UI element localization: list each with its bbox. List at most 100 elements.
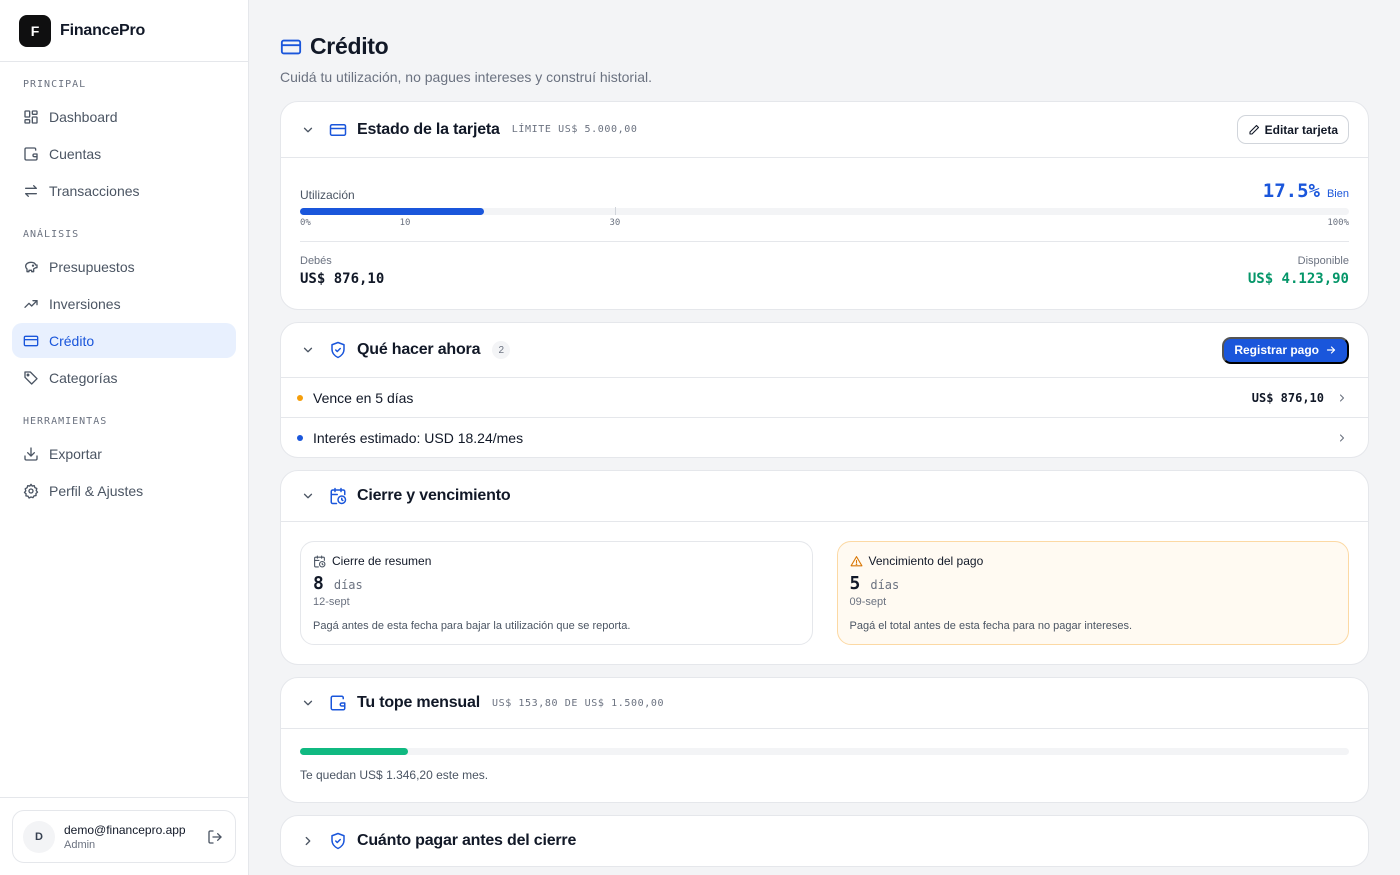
chevron-down-icon[interactable] xyxy=(301,343,315,357)
closing-days-unit: días xyxy=(333,578,363,592)
user-meta: demo@financepro.app Admin xyxy=(64,823,207,851)
card-title: Cierre y vencimiento xyxy=(357,487,511,504)
due-note: Pagá el total antes de esta fecha para n… xyxy=(849,620,1133,632)
card-dates: Cierre y vencimiento Cierre de resumen 8… xyxy=(280,470,1369,665)
scale-label-0: 0% xyxy=(300,218,311,228)
sidebar-item-label: Inversiones xyxy=(49,295,121,312)
card-status: Estado de la tarjeta LÍMITE US$ 5.000,00… xyxy=(280,101,1369,310)
action-item[interactable]: Interés estimado: USD 18.24/mes xyxy=(281,417,1368,457)
edit-card-label: Editar tarjeta xyxy=(1264,122,1338,137)
sidebar-item-dashboard[interactable]: Dashboard xyxy=(12,99,236,134)
cap-body: Te quedan US$ 1.346,20 este mes. xyxy=(281,729,1368,802)
utilization-bar xyxy=(300,207,1349,215)
scale-label-10: 10 xyxy=(399,218,411,228)
chevron-down-icon[interactable] xyxy=(301,696,315,710)
user-section: D demo@financepro.app Admin xyxy=(0,797,248,875)
sidebar-item-categorias[interactable]: Categorías xyxy=(12,360,236,395)
sidebar-item-label: Cuentas xyxy=(49,145,102,162)
sidebar-item-label: Presupuestos xyxy=(49,258,135,275)
logout-icon[interactable] xyxy=(207,829,223,845)
count-badge: 2 xyxy=(492,341,511,359)
action-amount: US$ 876,10 xyxy=(1251,390,1324,405)
closing-note: Pagá antes de esta fecha para bajar la u… xyxy=(313,620,631,632)
closing-header: Cierre de resumen xyxy=(313,554,800,568)
utilization-label: Utilización xyxy=(300,188,355,202)
page-header: Crédito xyxy=(280,33,1369,60)
chevron-down-icon[interactable] xyxy=(301,123,315,137)
brand-name: FinancePro xyxy=(60,21,146,39)
cap-bar xyxy=(300,748,1349,755)
register-payment-button[interactable]: Registrar pago xyxy=(1222,336,1349,364)
scale-label-30: 30 xyxy=(609,218,621,228)
sidebar-item-label: Dashboard xyxy=(49,108,118,125)
card-limit: LÍMITE US$ 5.000,00 xyxy=(511,124,638,135)
credit-card-icon xyxy=(280,39,302,54)
user-card: D demo@financepro.app Admin xyxy=(12,810,236,863)
pencil-icon xyxy=(1249,124,1259,135)
utilization-bar-fill xyxy=(300,208,484,215)
closing-date-box: Cierre de resumen 8 días 12-sept Pagá an… xyxy=(300,541,813,645)
sidebar-item-presupuestos[interactable]: Presupuestos xyxy=(12,249,236,284)
cap-bar-fill xyxy=(300,748,408,755)
sidebar-item-cuentas[interactable]: Cuentas xyxy=(12,136,236,171)
card-title: Cuánto pagar antes del cierre xyxy=(357,832,577,849)
brand: F FinancePro xyxy=(0,0,248,62)
chevron-right-icon xyxy=(1339,393,1345,402)
closing-label: Cierre de resumen xyxy=(332,554,432,568)
chevron-down-icon[interactable] xyxy=(301,489,315,503)
page-subtitle: Cuidá tu utilización, no pagues interese… xyxy=(280,69,652,85)
section-analisis: ANÁLISIS xyxy=(23,229,80,240)
sidebar-item-transacciones[interactable]: Transacciones xyxy=(12,173,236,208)
avatar[interactable]: D xyxy=(23,820,55,853)
owed-block: Debés US$ 876,10 xyxy=(300,255,384,287)
sidebar-item-label: Categorías xyxy=(49,369,118,386)
brand-logo[interactable]: F xyxy=(19,14,51,47)
due-days-unit: días xyxy=(870,578,900,592)
card-actions-header[interactable]: Qué hacer ahora 2 Registrar pago xyxy=(281,323,1368,377)
chevron-right-icon[interactable] xyxy=(301,834,315,848)
owed-value: US$ 876,10 xyxy=(300,271,385,287)
card-pay-header[interactable]: Cuánto pagar antes del cierre xyxy=(281,816,1368,866)
edit-card-button[interactable]: Editar tarjeta xyxy=(1236,115,1349,144)
credit-card-icon xyxy=(329,123,347,136)
trending-up-icon xyxy=(24,299,38,308)
sidebar-item-label: Perfil & Ajustes xyxy=(49,482,144,499)
piggy-bank-icon xyxy=(25,261,38,272)
due-days: 5 días xyxy=(850,573,1337,594)
wallet-icon xyxy=(330,695,346,711)
sidebar-item-label: Exportar xyxy=(49,445,102,462)
dates-grid: Cierre de resumen 8 días 12-sept Pagá an… xyxy=(281,522,1368,664)
sidebar-item-inversiones[interactable]: Inversiones xyxy=(12,286,236,321)
register-payment-label: Registrar pago xyxy=(1234,343,1319,357)
section-herramientas: HERRAMIENTAS xyxy=(23,416,108,427)
status-dot xyxy=(297,434,303,441)
action-text: Vence en 5 días xyxy=(313,389,414,406)
action-text: Interés estimado: USD 18.24/mes xyxy=(313,429,524,446)
sidebar-item-perfil-ajustes[interactable]: Perfil & Ajustes xyxy=(12,473,236,508)
download-icon xyxy=(24,446,38,461)
cap-note: Te quedan US$ 1.346,20 este mes. xyxy=(300,768,489,782)
utilization-threshold-tick xyxy=(614,207,616,215)
card-status-header[interactable]: Estado de la tarjeta LÍMITE US$ 5.000,00… xyxy=(281,102,1368,158)
wallet-icon xyxy=(24,146,38,161)
due-date-box: Vencimiento del pago 5 días 09-sept Pagá… xyxy=(836,541,1349,645)
transfer-icon xyxy=(25,184,37,197)
cap-meta: US$ 153,80 DE US$ 1.500,00 xyxy=(491,697,665,709)
due-header: Vencimiento del pago xyxy=(850,554,1337,568)
available-block: Disponible US$ 4.123,90 xyxy=(1248,255,1349,287)
card-cap-header[interactable]: Tu tope mensual US$ 153,80 DE US$ 1.500,… xyxy=(281,678,1368,729)
user-email: demo@financepro.app xyxy=(64,822,186,837)
page-title: Crédito xyxy=(310,33,389,59)
card-actions: Qué hacer ahora 2 Registrar pago Vence e… xyxy=(280,322,1369,458)
sidebar-item-exportar[interactable]: Exportar xyxy=(12,436,236,471)
utilization-value: 17.5% xyxy=(1262,180,1320,202)
calendar-clock-icon xyxy=(330,487,347,505)
action-item[interactable]: Vence en 5 días US$ 876,10 xyxy=(281,377,1368,417)
user-role: Admin xyxy=(64,838,96,851)
sidebar-item-credito[interactable]: Crédito xyxy=(12,323,236,358)
card-dates-header[interactable]: Cierre y vencimiento xyxy=(281,471,1368,522)
tag-icon xyxy=(24,370,38,385)
main-content: Crédito Cuidá tu utilización, no pagues … xyxy=(249,0,1400,875)
due-date: 09-sept xyxy=(849,596,887,608)
available-label: Disponible xyxy=(1297,255,1349,267)
